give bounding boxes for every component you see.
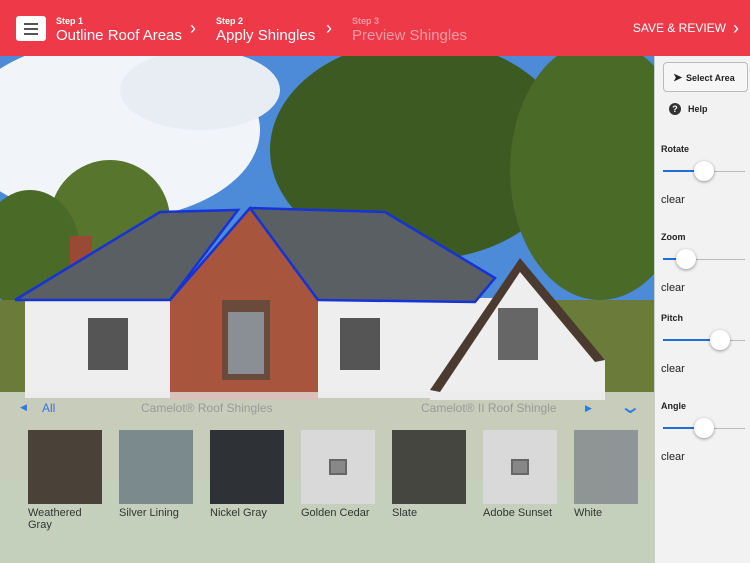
zoom-slider[interactable]: [661, 248, 747, 272]
help-icon: ?: [669, 103, 681, 115]
image-placeholder-icon: [511, 459, 529, 475]
control-label: Zoom: [661, 232, 686, 242]
step-number: Step 2: [216, 16, 244, 26]
swatch-silver-lining[interactable]: Silver Lining: [119, 430, 193, 519]
category-camelot[interactable]: Camelot® Roof Shingles: [141, 401, 273, 415]
chevron-right-icon: ›: [326, 18, 332, 38]
angle-slider[interactable]: [661, 417, 747, 441]
pitch-slider[interactable]: [661, 329, 747, 353]
step-2[interactable]: Step 2 Apply Shingles: [216, 16, 315, 44]
swatch-weathered-gray[interactable]: Weathered Gray: [28, 430, 102, 531]
step-title: Outline Roof Areas: [56, 27, 182, 44]
help-button[interactable]: ? Help: [669, 103, 708, 115]
control-label: Rotate: [661, 144, 690, 154]
step-number: Step 3: [352, 16, 380, 26]
rotate-slider[interactable]: [661, 160, 747, 184]
category-camelot-ii[interactable]: Camelot® II Roof Shingle: [421, 401, 573, 415]
help-label: Help: [688, 104, 708, 114]
pitch-control: Pitch clear: [661, 313, 747, 375]
category-all[interactable]: All: [42, 401, 55, 415]
pitch-clear[interactable]: clear: [661, 363, 747, 375]
header: Step 1 Outline Roof Areas › Step 2 Apply S…: [0, 0, 750, 56]
rotate-control: Rotate clear: [661, 144, 747, 206]
swatch-white[interactable]: White: [574, 430, 638, 519]
zoom-clear[interactable]: clear: [661, 282, 747, 294]
tools-panel: ➤ Select Area ? Help Rotate clear Zoom clear…: [654, 56, 750, 563]
rotate-clear[interactable]: clear: [661, 194, 747, 206]
step-number: Step 1: [56, 16, 84, 26]
swatch-golden-cedar[interactable]: Golden Cedar: [301, 430, 375, 519]
swatch-nickel-gray[interactable]: Nickel Gray: [210, 430, 284, 519]
step-title: Apply Shingles: [216, 27, 316, 44]
step-3[interactable]: Step 3 Preview Shingles: [352, 16, 467, 44]
chevron-right-icon: ›: [190, 18, 196, 38]
control-label: Pitch: [661, 313, 684, 323]
shingle-tray: ◀ All Camelot® Roof Shingles Camelot® II…: [0, 392, 654, 563]
chevron-down-icon[interactable]: ⌄: [619, 394, 642, 419]
arrow-left-icon[interactable]: ◀: [20, 402, 27, 413]
swatch-slate[interactable]: Slate: [392, 430, 466, 519]
angle-clear[interactable]: clear: [661, 451, 747, 463]
select-area-button[interactable]: ➤ Select Area: [663, 62, 748, 92]
swatch-adobe-sunset[interactable]: Adobe Sunset: [483, 430, 557, 519]
select-area-label: Select Area: [686, 73, 735, 83]
control-label: Angle: [661, 401, 687, 411]
arrow-right-icon[interactable]: ▶: [585, 403, 592, 414]
save-review-button[interactable]: SAVE & REVIEW: [633, 21, 726, 35]
image-placeholder-icon: [329, 459, 347, 475]
angle-control: Angle clear: [661, 401, 747, 463]
zoom-control: Zoom clear: [661, 232, 747, 294]
chevron-right-icon[interactable]: ›: [733, 18, 739, 39]
hamburger-icon[interactable]: [16, 16, 46, 41]
step-title: Preview Shingles: [352, 27, 468, 44]
step-1[interactable]: Step 1 Outline Roof Areas: [56, 16, 182, 44]
cursor-icon: ➤: [673, 72, 683, 84]
